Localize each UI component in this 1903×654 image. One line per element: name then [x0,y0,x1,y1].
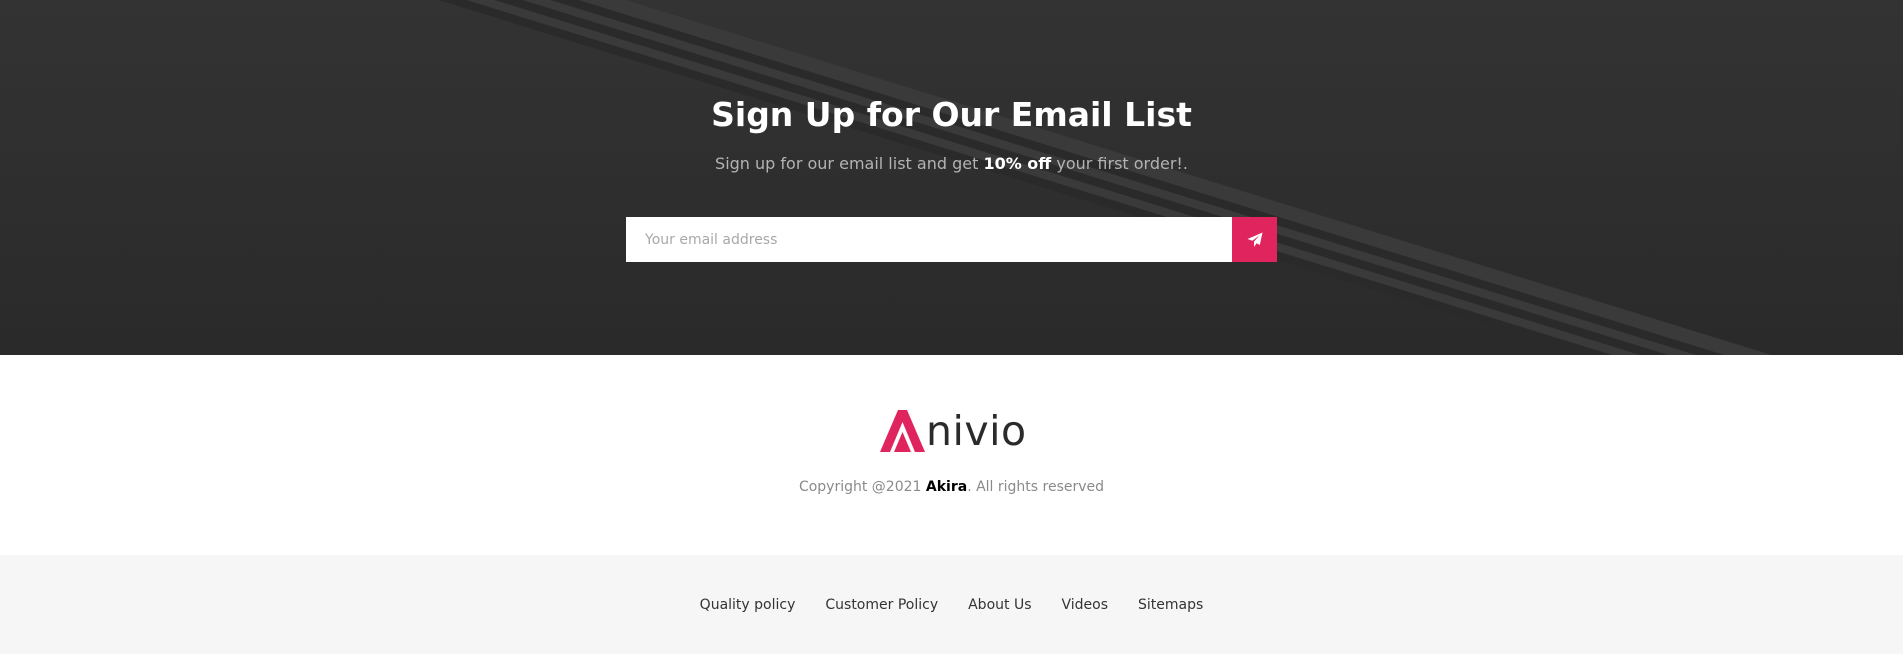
newsletter-section: Sign Up for Our Email List Sign up for o… [0,0,1903,355]
newsletter-subtitle-post: your first order!. [1051,154,1188,173]
newsletter-discount: 10% off [983,154,1052,173]
newsletter-title: Sign Up for Our Email List [711,95,1192,134]
footer-link-quality-policy[interactable]: Quality policy [700,597,796,613]
subscribe-button[interactable] [1232,217,1277,262]
newsletter-subtitle-pre: Sign up for our email list and get [715,154,984,173]
copyright-pre: Copyright @2021 [798,479,926,495]
brand-logo[interactable]: nivio [880,410,1027,452]
footer-link-about-us[interactable]: About Us [968,597,1031,613]
newsletter-form [626,217,1277,262]
email-input[interactable] [626,217,1232,262]
paper-plane-icon [1247,232,1262,247]
logo-mark-icon [880,410,925,452]
newsletter-subtitle: Sign up for our email list and get 10% o… [0,153,1903,175]
footer-brand-section: nivio Copyright @2021 Akira. All rights … [0,355,1903,555]
footer-link-videos[interactable]: Videos [1062,597,1109,613]
footer-links-nav: Quality policy Customer Policy About Us … [0,555,1903,654]
copyright-brand[interactable]: Akira [926,479,967,495]
copyright-post: . All rights reserved [967,479,1105,495]
footer-link-customer-policy[interactable]: Customer Policy [825,597,938,613]
footer-link-sitemaps[interactable]: Sitemaps [1138,597,1203,613]
logo-text: nivio [926,407,1027,455]
copyright-text: Copyright @2021 Akira. All rights reserv… [0,479,1903,495]
